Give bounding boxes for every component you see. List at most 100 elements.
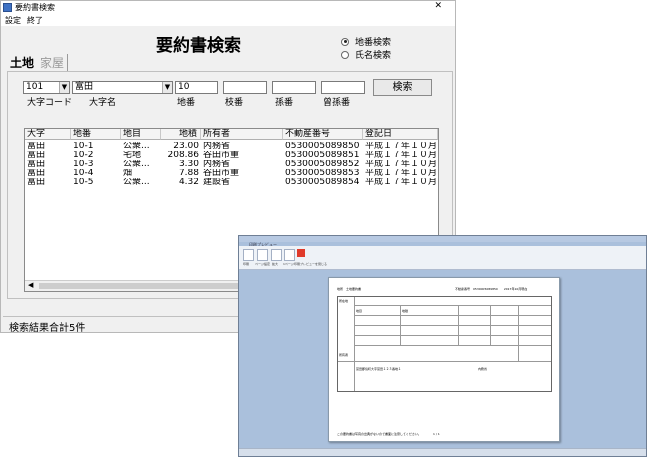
cell-chiseki: 23.00: [173, 142, 199, 151]
ribbon-label-zoom: 拡大: [272, 262, 279, 266]
cell-registration-date: 平成１７年１０月: [365, 178, 438, 187]
chiban-input[interactable]: 10: [175, 81, 218, 94]
column-header-chiban[interactable]: 地番: [71, 129, 121, 140]
cell-chiseki: 4.32: [178, 178, 199, 187]
doc-footer-note: この要約書は写真の出典がないので書面に注意してください。: [337, 432, 421, 436]
doc-owner-address: 富田郡境町大字富田１２３番地１: [356, 367, 402, 371]
cell-property-number: 0530005089850: [285, 142, 360, 151]
oaza-name-value: 富田: [75, 82, 94, 92]
cell-owner: 建設省: [203, 178, 231, 187]
table-row[interactable]: 富田 10-1 公衆... 23.00 内務省 0530005089850 平成１７年１０月: [25, 142, 438, 151]
magoban-label: 孫番: [275, 98, 294, 108]
search-button[interactable]: 検索: [373, 79, 432, 96]
chevron-down-icon[interactable]: ▼: [162, 82, 172, 93]
cell-property-number: 0530005089851: [285, 151, 360, 160]
cell-chimoku: 公衆...: [123, 142, 150, 151]
cell-chimoku: 公衆...: [123, 178, 150, 187]
cell-owner: 内務省: [203, 160, 231, 169]
cell-chiban: 10-1: [73, 142, 94, 151]
magoban-input[interactable]: [272, 81, 316, 94]
menu-exit[interactable]: 終了: [27, 15, 43, 26]
close-preview-icon[interactable]: [297, 249, 305, 257]
column-header-oaza[interactable]: 大字: [25, 129, 71, 140]
menu-settings[interactable]: 設定: [5, 15, 21, 26]
chevron-down-icon[interactable]: ▼: [59, 82, 69, 93]
doc-label-owner: 所有者: [339, 353, 349, 357]
print-icon[interactable]: [243, 249, 254, 261]
oaza-code-label: 大字コード: [27, 98, 73, 108]
menu-bar: 設定 終了: [1, 14, 455, 26]
oaza-code-combo[interactable]: 101 ▼: [23, 81, 70, 94]
preview-ribbon: 印刷 ページ設定 拡大 1ページ 印刷プレビューを閉じる: [239, 246, 646, 270]
oaza-code-value: 101: [26, 82, 44, 92]
doc-header-right: 不動産番号 0530005089850 2017年10月現在: [455, 287, 528, 291]
doc-table: 所在地 地目 地積 所有者 富田郡境町大字富田１２３番地１ 内務省: [337, 296, 552, 392]
tab-bar: 土地 家屋: [7, 54, 69, 71]
page-setup-icon[interactable]: [257, 249, 268, 261]
cell-chiban: 10-5: [73, 178, 94, 187]
column-header-property-number[interactable]: 不動産番号: [283, 129, 363, 140]
cell-owner: 谷田市重: [203, 151, 240, 160]
doc-owner-name: 内務省: [478, 367, 488, 371]
cell-oaza: 富田: [27, 169, 46, 178]
print-preview-window: 印刷プレビュー 印刷 ページ設定 拡大 1ページ 印刷プレビューを閉じる 地所 …: [238, 235, 647, 457]
one-page-icon[interactable]: [284, 249, 295, 261]
cell-chimoku: 宅地: [123, 151, 142, 160]
doc-header-left: 地所 土地要約書: [337, 287, 362, 291]
window-title: 要約書検索: [15, 3, 55, 12]
table-row[interactable]: 富田 10-3 公衆... 3.30 内務省 0530005089852 平成１７年１０月: [25, 160, 438, 169]
preview-title-bar: [239, 236, 646, 242]
ribbon-label-print: 印刷: [243, 262, 250, 266]
cell-owner: 谷田市重: [203, 169, 240, 178]
somagoban-label: 曾孫番: [323, 98, 351, 108]
cell-oaza: 富田: [27, 151, 46, 160]
column-header-owner[interactable]: 所有者: [201, 129, 283, 140]
ribbon-label-close-preview: 印刷プレビューを閉じる: [294, 262, 328, 266]
table-row[interactable]: 富田 10-4 畑 7.88 谷田市重 0530005089853 平成１７年１０月: [25, 169, 438, 178]
window-close-button[interactable]: ✕: [434, 1, 451, 11]
column-header-chiseki[interactable]: 地積: [161, 129, 201, 140]
cell-oaza: 富田: [27, 160, 46, 169]
column-header-registration-date[interactable]: 登記日: [363, 129, 438, 140]
preview-status-bar: [239, 448, 646, 456]
preview-page: 地所 土地要約書 不動産番号 0530005089850 2017年10月現在 …: [328, 277, 560, 442]
status-text: 検索結果合計5件: [9, 323, 86, 334]
oaza-name-label: 大字名: [89, 98, 117, 108]
edaban-input[interactable]: [223, 81, 267, 94]
cell-chiseki: 7.88: [178, 169, 199, 178]
cell-chiban: 10-4: [73, 169, 94, 178]
radio-label: 地番検索: [355, 38, 392, 48]
cell-chimoku: 畑: [123, 169, 133, 178]
radio-label: 氏名検索: [355, 51, 392, 61]
chiban-label: 地番: [177, 98, 196, 108]
doc-page-number: 1 / 1: [433, 432, 440, 436]
cell-oaza: 富田: [27, 142, 46, 151]
cell-chiban: 10-3: [73, 160, 94, 169]
table-row[interactable]: 富田 10-5 公衆... 4.32 建設省 0530005089854 平成１７年１０月: [25, 178, 438, 187]
cell-oaza: 富田: [27, 178, 46, 187]
table-row[interactable]: 富田 10-2 宅地 208.86 谷田市重 0530005089851 平成１７年１０月: [25, 151, 438, 160]
cell-chiseki: 3.30: [178, 160, 199, 169]
radio-selected-icon[interactable]: [341, 37, 349, 46]
tab-land[interactable]: 土地: [7, 54, 37, 71]
tab-building[interactable]: 家屋: [37, 54, 69, 71]
radio-chiban-search[interactable]: 地番検索: [341, 35, 391, 48]
somagoban-input[interactable]: [321, 81, 365, 94]
oaza-name-combo[interactable]: 富田 ▼: [72, 81, 173, 94]
cell-registration-date: 平成１７年１０月: [365, 142, 438, 151]
cell-chiban: 10-2: [73, 151, 94, 160]
radio-unselected-icon[interactable]: [341, 50, 349, 59]
column-header-chimoku[interactable]: 地目: [121, 129, 161, 140]
scroll-left-icon[interactable]: ◀: [28, 281, 33, 289]
doc-label-chiseki: 地積: [402, 309, 409, 313]
page-title: 要約書検索: [156, 36, 241, 56]
radio-name-search[interactable]: 氏名検索: [341, 48, 391, 61]
doc-label-chimoku: 地目: [356, 309, 363, 313]
cell-property-number: 0530005089853: [285, 169, 360, 178]
ribbon-label-one-page: 1ページ: [283, 262, 294, 266]
zoom-icon[interactable]: [271, 249, 282, 261]
ribbon-label-page-setup: ページ設定: [255, 262, 270, 266]
cell-chimoku: 公衆...: [123, 160, 150, 169]
app-icon: [3, 3, 12, 12]
edaban-label: 枝番: [225, 98, 244, 108]
